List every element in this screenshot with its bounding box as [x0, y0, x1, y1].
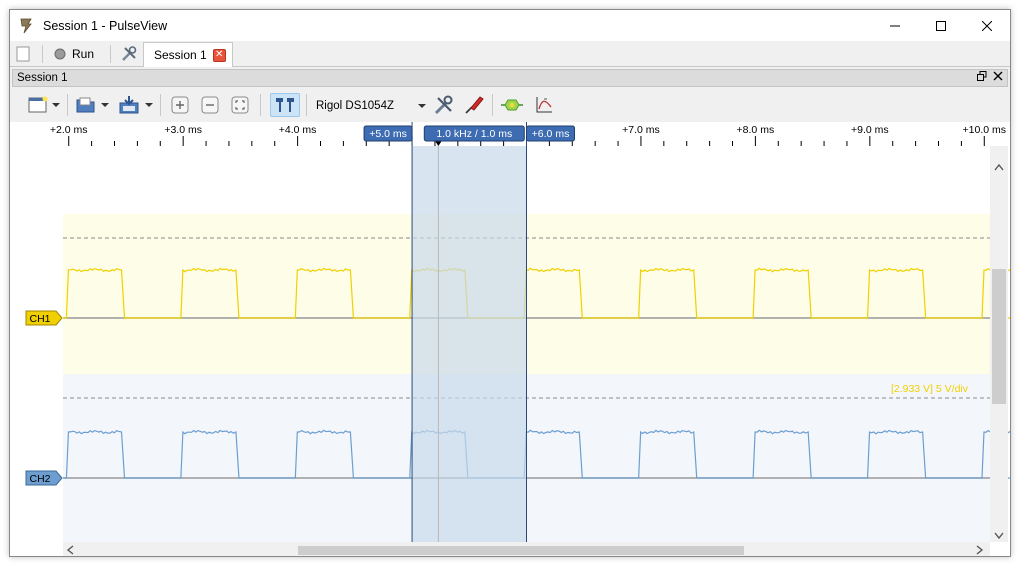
run-indicator-icon [54, 48, 66, 60]
ruler-label: +9.0 ms [851, 124, 889, 136]
session-tab-label: Session 1 [154, 48, 207, 62]
folder-open-icon [76, 97, 95, 113]
new-document-icon [16, 46, 30, 62]
open-button[interactable] [75, 93, 97, 117]
ruler-label: +4.0 ms [279, 124, 317, 136]
maximize-icon [936, 20, 946, 31]
zoom-in-button[interactable] [169, 93, 191, 117]
dock-title-label: Session 1 [17, 72, 68, 84]
pulseview-icon[interactable] [18, 18, 34, 34]
device-config-button[interactable] [432, 93, 456, 117]
tab-close-icon[interactable]: ✕ [212, 48, 226, 62]
channel-scale-label: [2.933 V] 5 V/div [891, 383, 969, 395]
trace-canvas[interactable]: +2.0 ms +3.0 ms +4.0 ms +7.0 ms +8.0 ms +9.0 … [10, 122, 1010, 557]
horizontal-scroll-thumb[interactable] [298, 546, 744, 555]
trace-view[interactable]: +2.0 ms +3.0 ms +4.0 ms +7.0 ms +8.0 ms +9.0 … [10, 122, 1010, 557]
cursor-left-flag-label: +5.0 ms [369, 128, 407, 140]
new-view-dropdown[interactable] [52, 93, 60, 117]
device-name: Rigol DS1054Z [316, 100, 394, 112]
title-bar: Session 1 - PulseView [10, 10, 1010, 41]
session-dock-title: Session 1 [12, 69, 1008, 87]
math-function-icon [536, 97, 552, 113]
save-button[interactable] [116, 93, 142, 117]
channel-name[interactable]: CH2 [29, 473, 50, 485]
tab-session-1[interactable]: Session 1 ✕ [143, 42, 233, 67]
session-toolbar: Rigol DS1054Z [12, 88, 1008, 122]
settings-button[interactable] [120, 44, 138, 64]
close-icon [982, 20, 992, 31]
probe-icon [465, 96, 484, 114]
new-view-button[interactable] [27, 93, 49, 117]
math-signal-button[interactable] [532, 93, 556, 117]
dock-float-icon[interactable] [977, 71, 987, 81]
minimize-icon [890, 25, 900, 26]
new-session-button[interactable] [16, 44, 30, 64]
channel-name[interactable]: CH1 [29, 313, 50, 325]
zoom-out-icon [201, 96, 219, 114]
device-selector[interactable]: Rigol DS1054Z [316, 97, 426, 115]
tools-icon [122, 46, 137, 61]
save-dropdown[interactable] [145, 93, 153, 117]
save-icon [119, 96, 139, 114]
minimize-button[interactable] [872, 10, 918, 41]
vertical-scroll-thumb[interactable] [992, 269, 1006, 404]
cursor-measure-label: 1.0 kHz / 1.0 ms [436, 128, 512, 140]
device-dropdown-arrow [418, 104, 426, 108]
cursor-region[interactable] [412, 146, 527, 557]
probe-config-button[interactable] [462, 93, 486, 117]
close-button[interactable] [964, 10, 1010, 41]
ruler-label: +2.0 ms [50, 124, 88, 136]
zoom-in-icon [171, 96, 189, 114]
zoom-fit-icon [231, 96, 249, 114]
add-decoder-button[interactable] [500, 93, 524, 117]
maximize-button[interactable] [918, 10, 964, 41]
zoom-out-button[interactable] [199, 93, 221, 117]
pulseview-window: Session 1 - PulseView Run Session 1 ✕ Se… [9, 9, 1011, 557]
main-tab-bar: Run Session 1 ✕ [10, 41, 1010, 67]
ruler-label: +10.0 ms [963, 124, 1006, 136]
window-title: Session 1 - PulseView [43, 18, 168, 33]
run-button[interactable]: Run [54, 44, 94, 64]
open-dropdown[interactable] [101, 93, 109, 117]
cursors-icon [276, 98, 294, 112]
show-cursors-button[interactable] [270, 93, 300, 117]
zoom-fit-button[interactable] [229, 93, 251, 117]
ruler-label: +7.0 ms [622, 124, 660, 136]
wrench-screwdriver-icon [434, 95, 453, 115]
ruler-label: +3.0 ms [164, 124, 202, 136]
cursor-right-flag-label: +6.0 ms [532, 128, 570, 140]
ruler-label: +8.0 ms [737, 124, 775, 136]
dock-close-icon[interactable] [993, 71, 1003, 81]
run-label: Run [72, 47, 95, 61]
new-view-icon [28, 96, 48, 113]
decoder-icon [501, 99, 523, 111]
